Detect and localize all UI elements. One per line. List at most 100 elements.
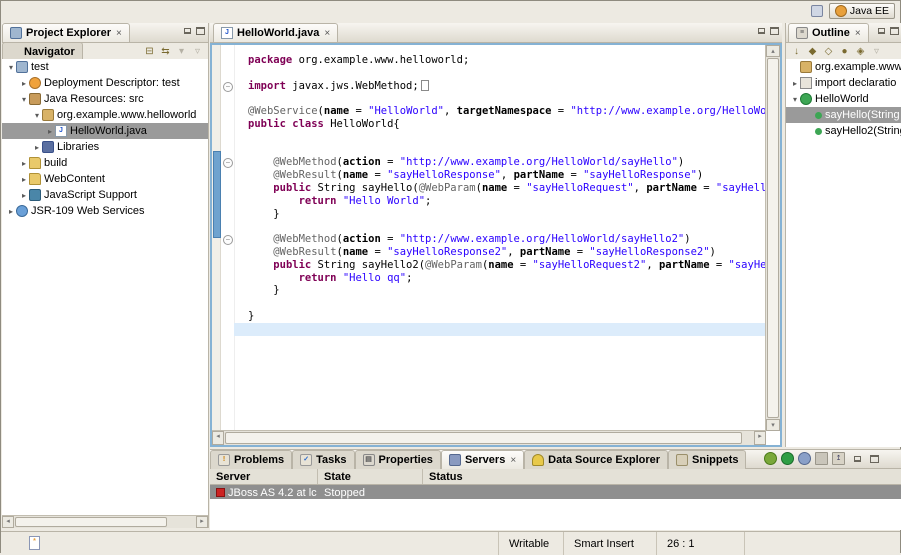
view-tab-project-explorer[interactable]: Project Explorer× <box>2 23 130 42</box>
maximize-icon[interactable] <box>196 27 205 35</box>
project-item-jsr-109-web-services[interactable]: ▸JSR-109 Web Services <box>2 203 208 219</box>
hide-fields-icon[interactable]: ◆ <box>806 45 819 58</box>
stop-server-icon[interactable] <box>815 452 828 465</box>
bottom-tab-servers[interactable]: Servers× <box>441 450 524 469</box>
code-line[interactable]: @WebResult(name = "sayHelloResponse", pa… <box>234 169 766 182</box>
project-item-test[interactable]: ▾test <box>2 59 208 75</box>
chevron-right-icon[interactable]: ▸ <box>19 175 29 184</box>
code-line[interactable]: @WebMethod(action = "http://www.example.… <box>234 156 766 169</box>
sort-icon[interactable]: ↓ <box>790 45 803 58</box>
code-line[interactable] <box>234 92 766 105</box>
chevron-down-icon[interactable]: ▾ <box>32 111 42 120</box>
project-item-org-example-www-helloworld[interactable]: ▾org.example.www.helloworld <box>2 107 208 123</box>
maximize-icon[interactable] <box>770 27 779 35</box>
outline-item-sayhello2-string[interactable]: sayHello2(String <box>786 123 901 139</box>
chevron-right-icon[interactable]: ▸ <box>19 79 29 88</box>
start-server-icon[interactable] <box>781 452 794 465</box>
outline-item-sayhello-string[interactable]: sayHello(String <box>786 107 901 123</box>
project-item-webcontent[interactable]: ▸WebContent <box>2 171 208 187</box>
scroll-left-icon[interactable]: ◂ <box>212 431 224 445</box>
code-line[interactable]: package org.example.www.helloworld; <box>234 54 766 67</box>
outline-tab[interactable]: ≡ Outline × <box>788 23 869 42</box>
hide-local-icon[interactable]: ◈ <box>854 45 867 58</box>
project-item-build[interactable]: ▸build <box>2 155 208 171</box>
project-item-java-resources-src[interactable]: ▾Java Resources: src <box>2 91 208 107</box>
profile-server-icon[interactable] <box>798 452 811 465</box>
code-line[interactable] <box>234 297 766 310</box>
maximize-icon[interactable] <box>890 27 899 35</box>
code-line[interactable]: public String sayHello2(@WebParam(name =… <box>234 259 766 272</box>
chevron-down-icon[interactable]: ▾ <box>19 95 29 104</box>
code-line[interactable]: } <box>234 310 766 323</box>
bottom-tab-data-source-explorer[interactable]: Data Source Explorer <box>524 450 668 469</box>
hide-static-icon[interactable]: ◇ <box>822 45 835 58</box>
folded-imports-icon[interactable] <box>421 80 429 91</box>
chevron-right-icon[interactable]: ▸ <box>19 191 29 200</box>
collapse-all-icon[interactable]: ⊟ <box>143 45 156 58</box>
project-item-deployment-descriptor-test[interactable]: ▸Deployment Descriptor: test <box>2 75 208 91</box>
chevron-right-icon[interactable]: ▸ <box>19 159 29 168</box>
scroll-down-icon[interactable]: ▾ <box>766 419 780 431</box>
chevron-down-icon[interactable]: ▾ <box>790 95 800 104</box>
code-line[interactable] <box>234 220 766 233</box>
project-item-javascript-support[interactable]: ▸JavaScript Support <box>2 187 208 203</box>
back-icon[interactable]: ▾ <box>175 45 188 58</box>
debug-server-icon[interactable] <box>764 452 777 465</box>
column-status[interactable]: Status <box>423 469 901 484</box>
minimize-icon[interactable] <box>853 455 862 463</box>
chevron-right-icon[interactable]: ▸ <box>790 79 800 88</box>
outline-item-helloworld[interactable]: ▾HelloWorld <box>786 91 901 107</box>
server-row[interactable]: JBoss AS 4.2 at lcStopped <box>210 485 901 500</box>
code-line[interactable]: @WebService(name = "HelloWorld", targetN… <box>234 105 766 118</box>
outline-item-org-example-www[interactable]: org.example.www <box>786 59 901 75</box>
minimize-icon[interactable] <box>877 27 886 35</box>
code-line[interactable]: import javax.jws.WebMethod; <box>234 80 766 93</box>
publish-server-icon[interactable]: ↥ <box>832 452 845 465</box>
column-server[interactable]: Server <box>210 469 318 484</box>
outline-item-import-declaratio[interactable]: ▸import declaratio <box>786 75 901 91</box>
code-line[interactable]: } <box>234 284 766 297</box>
bottom-tab-problems[interactable]: !Problems <box>210 450 292 469</box>
column-state[interactable]: State <box>318 469 423 484</box>
scrollbar-thumb[interactable] <box>767 58 779 418</box>
project-explorer-hscrollbar[interactable]: ◂ ▸ <box>2 515 208 528</box>
scroll-left-icon[interactable]: ◂ <box>2 516 14 528</box>
bottom-tab-tasks[interactable]: ✓Tasks <box>292 450 354 469</box>
minimize-icon[interactable] <box>183 27 192 35</box>
chevron-down-icon[interactable]: ▾ <box>6 63 16 72</box>
minimize-icon[interactable] <box>757 27 766 35</box>
project-item-helloworld-java[interactable]: ▸JHelloWorld.java <box>2 123 208 139</box>
close-icon[interactable]: × <box>510 455 516 466</box>
bottom-tab-properties[interactable]: ▤Properties <box>355 450 441 469</box>
scroll-right-icon[interactable]: ▸ <box>196 516 208 528</box>
code-line[interactable]: return "Hello World"; <box>234 195 766 208</box>
perspective-java-ee-button[interactable]: Java EE <box>829 3 895 19</box>
close-icon[interactable]: × <box>324 28 330 39</box>
chevron-right-icon[interactable]: ▸ <box>45 127 55 136</box>
code-line[interactable]: } <box>234 208 766 221</box>
open-perspective-icon[interactable] <box>811 5 823 17</box>
editor-hscrollbar[interactable]: ◂ ▸ <box>212 430 766 445</box>
editor-code[interactable]: package org.example.www.helloworld; impor… <box>234 45 766 431</box>
code-line[interactable]: public class HelloWorld{ <box>234 118 766 131</box>
code-line[interactable]: return "Hello qq"; <box>234 272 766 285</box>
code-line[interactable] <box>234 67 766 80</box>
scrollbar-thumb[interactable] <box>225 432 742 444</box>
view-menu-icon[interactable]: ▿ <box>870 45 883 58</box>
collapse-fold-icon[interactable]: – <box>223 82 233 92</box>
close-icon[interactable]: × <box>855 28 861 39</box>
code-line[interactable]: @WebResult(name = "sayHelloResponse2", p… <box>234 246 766 259</box>
editor-tab-helloworld[interactable]: J HelloWorld.java × <box>213 23 338 42</box>
chevron-right-icon[interactable]: ▸ <box>6 207 16 216</box>
collapse-fold-icon[interactable]: – <box>223 158 233 168</box>
code-line[interactable]: public String sayHello(@WebParam(name = … <box>234 182 766 195</box>
bottom-tab-snippets[interactable]: Snippets <box>668 450 746 469</box>
chevron-right-icon[interactable]: ▸ <box>32 143 42 152</box>
project-item-libraries[interactable]: ▸Libraries <box>2 139 208 155</box>
scrollbar-thumb[interactable] <box>15 517 167 527</box>
scroll-right-icon[interactable]: ▸ <box>754 431 766 445</box>
link-with-editor-icon[interactable]: ⇆ <box>159 45 172 58</box>
code-line[interactable] <box>234 144 766 157</box>
code-line[interactable]: @WebMethod(action = "http://www.example.… <box>234 233 766 246</box>
code-line[interactable] <box>234 131 766 144</box>
